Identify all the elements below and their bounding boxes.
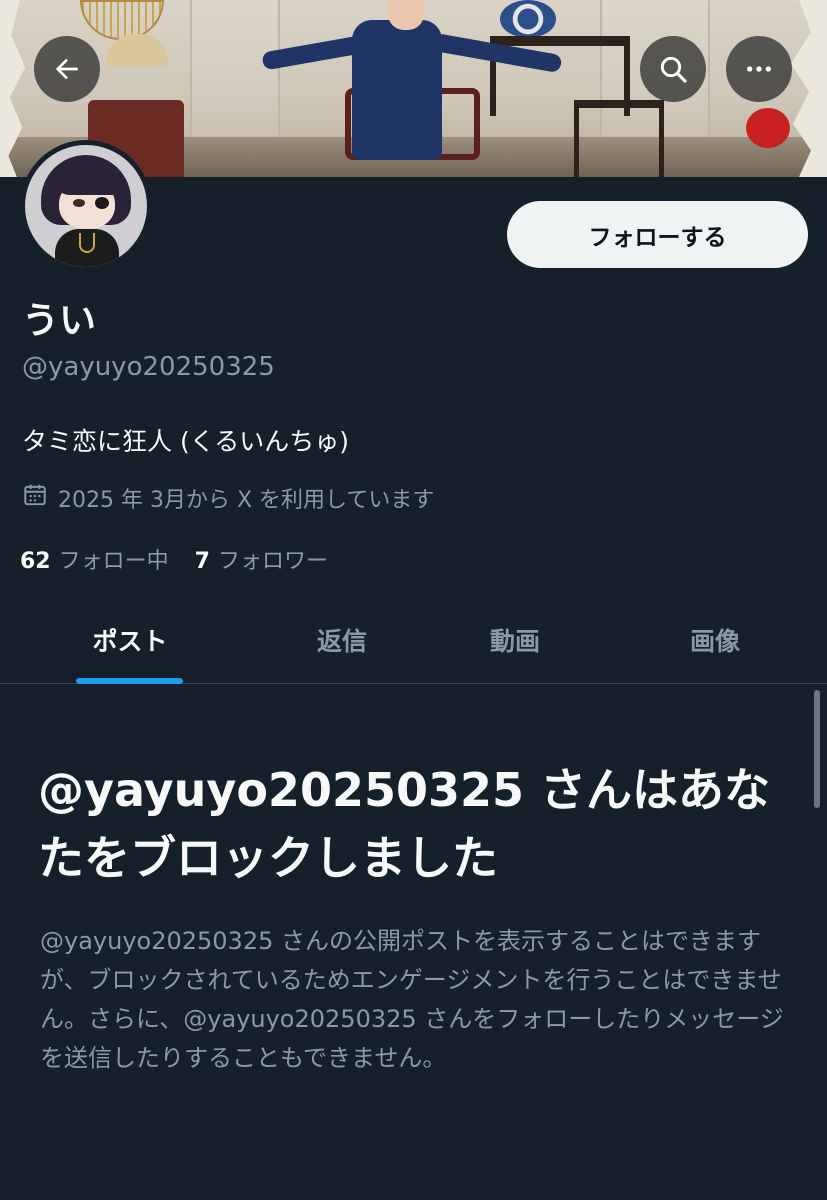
following-count: 62 — [20, 549, 51, 574]
search-icon — [657, 53, 689, 85]
profile-tabs: ポスト 返信 動画 画像 — [0, 596, 827, 684]
joined-date-text: 2025 年 3月から X を利用しています — [58, 488, 435, 513]
profile-banner-image[interactable] — [0, 0, 827, 177]
calendar-icon — [22, 482, 58, 514]
user-handle: @yayuyo20250325 — [22, 352, 275, 382]
followers-label: フォロワー — [217, 549, 328, 574]
tab-videos[interactable]: 動画 — [445, 596, 585, 684]
profile-page: フォローする うい @yayuyo20250325 タミ恋に狂人 (くるいんちゅ… — [0, 0, 827, 1200]
follow-stats: 62 フォロー中 7 フォロワー — [20, 543, 354, 575]
more-options-button[interactable] — [726, 36, 792, 102]
following-label: フォロー中 — [58, 549, 169, 574]
tab-images[interactable]: 画像 — [645, 596, 785, 684]
back-button[interactable] — [34, 36, 100, 102]
follow-button[interactable]: フォローする — [507, 201, 808, 268]
blocked-title: @yayuyo20250325 さんはあなたをブロックしました — [38, 763, 771, 885]
profile-bio: タミ恋に狂人 (くるいんちゅ) — [22, 427, 349, 456]
following-link[interactable]: 62 フォロー中 — [20, 543, 169, 575]
more-horizontal-icon — [743, 53, 775, 85]
joined-date: 2025 年 3月から X を利用しています — [22, 482, 434, 514]
blocked-description: @yayuyo20250325 さんの公開ポストを表示することはできますが、ブロ… — [40, 927, 784, 1072]
scrollbar[interactable] — [814, 690, 820, 808]
display-name: うい — [22, 299, 96, 342]
avatar[interactable] — [20, 140, 152, 272]
arrow-left-icon — [51, 53, 83, 85]
active-tab-indicator — [76, 678, 183, 684]
search-button[interactable] — [640, 36, 706, 102]
tab-replies[interactable]: 返信 — [272, 596, 412, 684]
tab-posts[interactable]: ポスト — [60, 596, 200, 684]
followers-count: 7 — [194, 549, 210, 574]
followers-link[interactable]: 7 フォロワー — [195, 543, 328, 575]
